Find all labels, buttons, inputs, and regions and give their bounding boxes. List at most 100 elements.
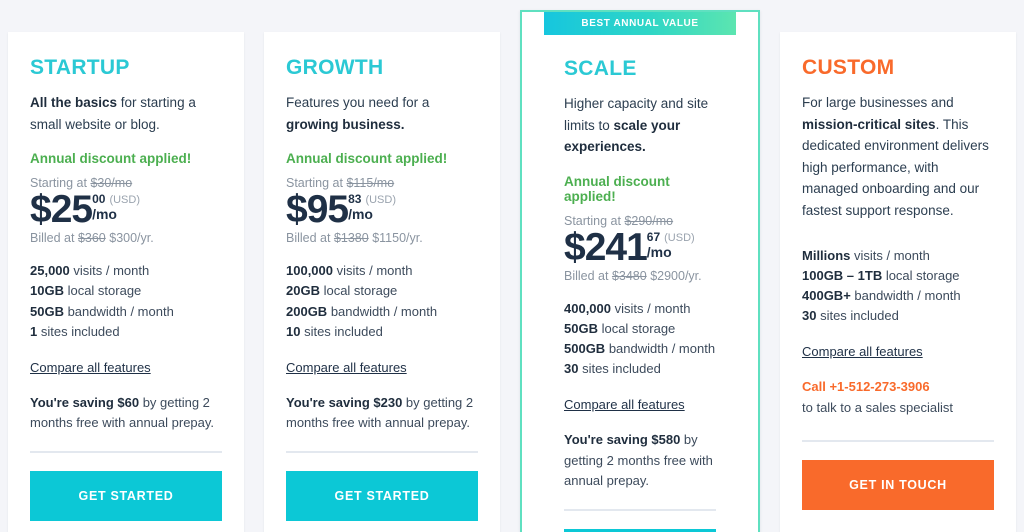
get-in-touch-button[interactable]: Get In Touch	[802, 460, 994, 510]
feature-value: 30	[564, 361, 579, 377]
card-body: CUSTOM For large businesses and mission-…	[802, 56, 994, 532]
feature-label: visits / month	[850, 247, 930, 263]
old-monthly-price: $30/mo	[90, 176, 133, 191]
compare-all-features-link[interactable]: Compare all features	[802, 344, 923, 359]
feature-value: 25,000	[30, 263, 70, 279]
feature-label: sites included	[37, 323, 120, 339]
price-detail-group: 67 (USD) /mo	[647, 229, 695, 259]
old-monthly-price: $115/mo	[346, 176, 395, 191]
price-period: /mo	[92, 206, 117, 223]
pricing-card-custom: CUSTOM For large businesses and mission-…	[780, 32, 1016, 532]
divider	[286, 451, 478, 454]
get-started-button[interactable]: Get Started	[30, 471, 222, 522]
feature-value: 50GB	[30, 303, 64, 319]
list-item: 30 sites included	[564, 359, 716, 379]
billed-annually-line: Billed at $3480 $2900/yr.	[564, 269, 716, 283]
feature-label: local storage	[882, 268, 960, 283]
feature-value: 400,000	[564, 300, 611, 316]
savings-amount: You're saving $580	[564, 432, 681, 448]
price-amount: $241	[564, 225, 648, 269]
feature-label: bandwidth / month	[850, 288, 961, 304]
price-superscript-line: 83 (USD)	[348, 193, 396, 206]
feature-label: bandwidth / month	[327, 303, 438, 319]
price-period: /mo	[348, 206, 373, 223]
plan-tagline: All the basics for starting a small webs…	[30, 92, 222, 135]
feature-label: visits / month	[611, 300, 691, 316]
pricing-card-growth: GROWTH Features you need for a growing b…	[264, 32, 500, 532]
list-item: 1 sites included	[30, 322, 222, 342]
list-item: 400GB+ bandwidth / month	[802, 286, 994, 306]
annual-discount-note: Annual discount applied!	[30, 151, 192, 167]
list-item: 10GB local storage	[30, 281, 222, 301]
feature-list: Millions visits / month 100GB – 1TB loca…	[802, 246, 994, 327]
billed-new-price: $300/yr.	[109, 231, 154, 246]
savings-note: You're saving $60 by getting 2 months fr…	[30, 393, 222, 433]
plan-name-scale: SCALE	[564, 57, 637, 80]
compare-all-features-link[interactable]: Compare all features	[564, 397, 685, 412]
billed-old-price: $360	[77, 231, 106, 246]
feature-value: 30	[802, 308, 817, 324]
spacer-top	[802, 238, 994, 246]
list-item: 100GB – 1TB local storage	[802, 266, 994, 286]
card-body: GROWTH Features you need for a growing b…	[286, 56, 478, 532]
price-currency-note: (USD)	[664, 231, 695, 244]
savings-amount: You're saving $230	[286, 394, 403, 410]
feature-label: local storage	[319, 283, 398, 299]
price-detail-group: 00 (USD) /mo	[92, 191, 140, 221]
plan-name-startup: STARTUP	[30, 56, 130, 79]
price-row: $25 00 (USD) /mo	[30, 188, 222, 232]
pricing-card-scale: Best Annual Value SCALE Higher capacity …	[520, 10, 760, 532]
billed-label: Billed at	[286, 231, 334, 246]
card-body: STARTUP All the basics for starting a sm…	[30, 56, 222, 532]
list-item: 100,000 visits / month	[286, 261, 478, 281]
list-item: 30 sites included	[802, 306, 994, 326]
compare-all-features-link[interactable]: Compare all features	[30, 360, 151, 375]
billed-annually-line: Billed at $1380 $1150/yr.	[286, 231, 478, 245]
plan-tagline: For large businesses and mission-critica…	[802, 92, 994, 222]
feature-label: visits / month	[69, 263, 150, 279]
best-annual-value-banner: Best Annual Value	[544, 12, 736, 35]
tagline-emphasis: growing business.	[286, 116, 405, 132]
price-cents: 00	[92, 192, 106, 207]
price-cents: 67	[646, 229, 661, 244]
plan-name-custom: CUSTOM	[802, 56, 895, 79]
feature-value: 10GB	[30, 283, 64, 299]
billed-new-price: $1150/yr.	[372, 231, 423, 246]
feature-list: 25,000 visits / month 10GB local storage…	[30, 261, 222, 342]
price-amount: $25	[30, 188, 93, 232]
get-started-button[interactable]: Get Started	[286, 471, 478, 522]
savings-note: You're saving $230 by getting 2 months f…	[286, 393, 478, 433]
feature-value: 100,000	[286, 263, 333, 279]
feature-label: local storage	[597, 320, 676, 336]
tagline-emphasis: All the basics	[30, 95, 118, 110]
price-row: $241 67 (USD) /mo	[564, 225, 716, 269]
plan-name-growth: GROWTH	[286, 56, 384, 79]
price-currency-note: (USD)	[109, 194, 140, 207]
compare-all-features-link[interactable]: Compare all features	[286, 360, 407, 375]
pricing-plans-grid: STARTUP All the basics for starting a sm…	[0, 0, 1024, 532]
feature-value: 100GB – 1TB	[802, 268, 883, 283]
plan-tagline: Features you need for a growing business…	[286, 92, 478, 135]
feature-value: Millions	[802, 247, 851, 263]
savings-amount: You're saving $60	[30, 394, 140, 410]
divider	[564, 508, 716, 511]
list-item: 20GB local storage	[286, 281, 478, 301]
feature-value: 50GB	[564, 320, 598, 336]
list-item: 200GB bandwidth / month	[286, 302, 478, 322]
feature-label: sites included	[578, 361, 661, 377]
list-item: 10 sites included	[286, 322, 478, 342]
feature-value: 500GB	[564, 341, 606, 357]
list-item: 500GB bandwidth / month	[564, 339, 716, 359]
price-amount: $95	[286, 188, 349, 232]
price-superscript-line: 00 (USD)	[92, 193, 140, 206]
price-currency-note: (USD)	[365, 194, 396, 207]
call-sales-phone-link[interactable]: Call +1-512-273-3906	[802, 377, 994, 397]
feature-value: 400GB+	[802, 288, 851, 304]
pricing-card-startup: STARTUP All the basics for starting a sm…	[8, 32, 244, 532]
list-item: 25,000 visits / month	[30, 261, 222, 281]
feature-label: local storage	[63, 283, 142, 299]
list-item: 50GB local storage	[564, 319, 716, 339]
divider	[30, 451, 222, 454]
tagline-text: Features you need for a	[286, 95, 430, 110]
billed-label: Billed at	[564, 268, 612, 283]
